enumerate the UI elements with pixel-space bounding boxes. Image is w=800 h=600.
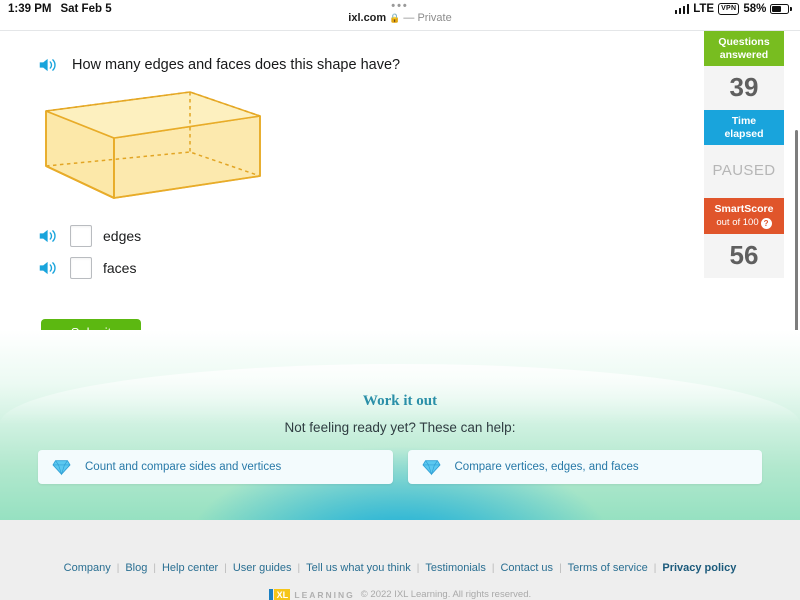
help-icon[interactable]: ? xyxy=(761,218,772,229)
footer-separator: | xyxy=(153,563,156,574)
status-bar-right: LTE VPN 58% xyxy=(675,3,792,15)
page-footer: Company | Blog | Help center | User guides | Tel… xyxy=(0,520,800,600)
private-label: — Private xyxy=(403,11,451,25)
ixl-logo-mark: XL xyxy=(269,589,291,600)
copyright-text: © 2022 IXL Learning. All rights reserved… xyxy=(361,589,531,600)
footer-link[interactable]: Contact us xyxy=(500,562,553,574)
questions-answered-value: 39 xyxy=(704,66,784,110)
answer-inputs: edges faces xyxy=(38,220,141,284)
time-elapsed-title-2: elapsed xyxy=(724,128,763,140)
footer-separator: | xyxy=(417,563,420,574)
questions-answered-title-1: Questions xyxy=(718,36,769,48)
gem-icon xyxy=(422,459,441,476)
faces-label: faces xyxy=(103,260,136,276)
rectangular-prism-figure xyxy=(38,88,268,208)
answer-row-edges: edges xyxy=(38,220,141,252)
address-host: ixl.com xyxy=(348,11,386,25)
edges-label: edges xyxy=(103,228,141,244)
help-card-vertices-edges-faces[interactable]: Compare vertices, edges, and faces xyxy=(408,450,763,484)
question-row: How many edges and faces does this shape… xyxy=(38,56,400,74)
edges-input[interactable] xyxy=(70,225,92,247)
ixl-logo: XL LEARNING xyxy=(269,589,355,600)
footer-separator: | xyxy=(298,563,301,574)
work-it-out-subtitle: Not feeling ready yet? These can help: xyxy=(0,420,800,435)
work-it-out-title: Work it out xyxy=(0,393,800,410)
footer-link[interactable]: Help center xyxy=(162,562,218,574)
smartscore-value: 56 xyxy=(704,234,784,278)
footer-separator: | xyxy=(492,563,495,574)
logo-xl-block: XL xyxy=(274,589,290,600)
footer-link[interactable]: Terms of service xyxy=(568,562,648,574)
gem-icon xyxy=(52,459,71,476)
footer-links: Company | Blog | Help center | User guides | Tel… xyxy=(0,562,800,574)
address-bar[interactable]: ixl.com 🔒 — Private xyxy=(348,11,451,25)
logo-word: LEARNING xyxy=(294,590,354,600)
work-it-out-section: Work it out Not feeling ready yet? These… xyxy=(0,330,800,520)
footer-separator: | xyxy=(654,563,657,574)
ios-status-bar: 1:39 PM Sat Feb 5 ••• ixl.com 🔒 — Privat… xyxy=(0,0,800,30)
logo-i-bar xyxy=(269,589,273,600)
footer-link[interactable]: Testimonials xyxy=(425,562,486,574)
footer-separator: | xyxy=(224,563,227,574)
help-card-label: Compare vertices, edges, and faces xyxy=(455,461,639,473)
question-text: How many edges and faces does this shape… xyxy=(72,57,400,73)
footer-separator: | xyxy=(559,563,562,574)
time-elapsed-value: PAUSED xyxy=(704,145,784,198)
speaker-icon[interactable] xyxy=(38,227,59,245)
battery-percent-label: 58% xyxy=(743,3,766,15)
network-type-label: LTE xyxy=(693,3,714,15)
vpn-icon: VPN xyxy=(718,3,739,15)
footer-separator: | xyxy=(117,563,120,574)
smartscore-header: SmartScore out of 100? xyxy=(704,198,784,234)
signal-strength-icon xyxy=(675,4,690,14)
time-elapsed-header: Time elapsed xyxy=(704,110,784,145)
time-elapsed-title-1: Time xyxy=(732,115,756,127)
footer-link[interactable]: Privacy policy xyxy=(662,562,736,574)
help-card-label: Count and compare sides and vertices xyxy=(85,461,281,473)
questions-answered-title-2: answered xyxy=(720,49,768,61)
smartscore-title: SmartScore xyxy=(715,203,774,215)
footer-link[interactable]: Tell us what you think xyxy=(306,562,411,574)
viewport-top-divider xyxy=(0,30,800,31)
lock-icon: 🔒 xyxy=(389,11,400,25)
browser-viewport: How many edges and faces does this shape… xyxy=(0,30,800,600)
answer-row-faces: faces xyxy=(38,252,141,284)
footer-copyright-row: XL LEARNING © 2022 IXL Learning. All rig… xyxy=(0,589,800,600)
smartscore-subtitle: out of 100 xyxy=(716,217,758,228)
speaker-icon[interactable] xyxy=(38,259,59,277)
score-panel: Questions answered 39 Time elapsed PAUSE… xyxy=(704,31,784,278)
faces-input[interactable] xyxy=(70,257,92,279)
tab-overview-dots-icon[interactable]: ••• xyxy=(391,2,409,11)
help-cards: Count and compare sides and vertices Com… xyxy=(0,450,800,484)
footer-link[interactable]: Company xyxy=(64,562,111,574)
speaker-icon[interactable] xyxy=(38,56,59,74)
battery-icon xyxy=(770,4,792,14)
footer-link[interactable]: Blog xyxy=(125,562,147,574)
questions-answered-header: Questions answered xyxy=(704,31,784,66)
footer-link[interactable]: User guides xyxy=(233,562,292,574)
help-card-sides-vertices[interactable]: Count and compare sides and vertices xyxy=(38,450,393,484)
